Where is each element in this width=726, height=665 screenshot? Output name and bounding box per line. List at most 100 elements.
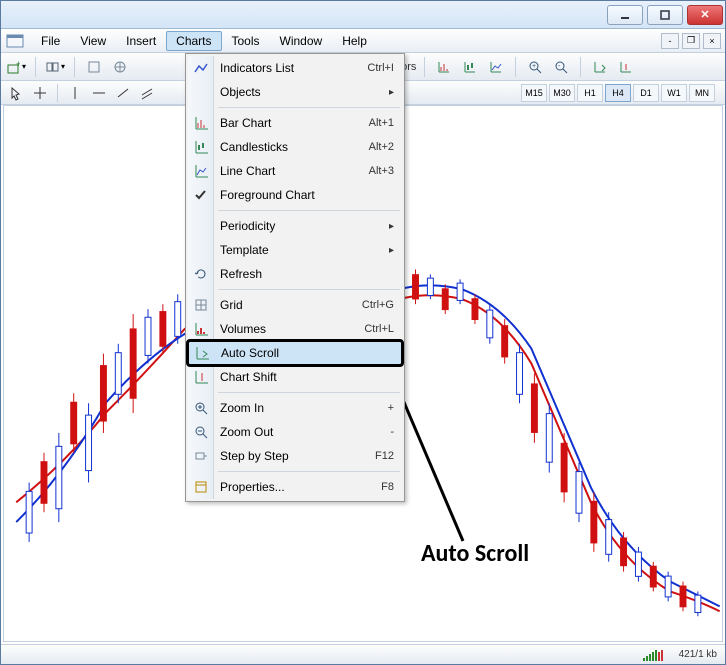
menu-item-label: Zoom In [220, 401, 264, 415]
mdi-restore-button[interactable]: ❐ [682, 33, 700, 49]
menu-view[interactable]: View [70, 31, 116, 51]
menu-item-shortcut: Alt+1 [369, 117, 394, 129]
menu-item-label: Chart Shift [220, 370, 277, 384]
menu-item-shortcut: Ctrl+L [364, 323, 394, 335]
menu-item-indicators-list[interactable]: Indicators ListCtrl+I [188, 56, 402, 80]
charts-menu: Indicators ListCtrl+IObjects▸Bar ChartAl… [185, 53, 405, 502]
menu-item-periodicity[interactable]: Periodicity▸ [188, 214, 402, 238]
new-chart-button[interactable]: +▾ [5, 56, 27, 78]
navigator-icon [112, 59, 128, 75]
menu-item-label: Auto Scroll [221, 346, 279, 360]
minimize-icon [617, 7, 633, 23]
crosshair-button[interactable] [29, 82, 51, 104]
market-watch-icon [86, 59, 102, 75]
menubar: FileViewInsertChartsToolsWindowHelp - ❐ … [1, 29, 725, 53]
zoom-in-icon [192, 399, 210, 417]
line-chart-button[interactable] [485, 56, 507, 78]
menu-item-foreground-chart[interactable]: Foreground Chart [188, 183, 402, 207]
new-chart-icon: + [6, 59, 20, 75]
menu-item-shortcut: F8 [381, 481, 394, 493]
menu-item-candlesticks[interactable]: Candlesticks Alt+2 [188, 135, 402, 159]
menu-item-bar-chart[interactable]: Bar ChartAlt+1 [188, 111, 402, 135]
menu-charts[interactable]: Charts [166, 31, 221, 51]
timeframe-w1[interactable]: W1 [661, 84, 687, 102]
timeframe-m30[interactable]: M30 [549, 84, 575, 102]
menu-item-zoom-out[interactable]: Zoom Out- [188, 420, 402, 444]
autoscroll-button[interactable] [589, 56, 611, 78]
menu-item-line-chart[interactable]: Line ChartAlt+3 [188, 159, 402, 183]
check-icon [192, 186, 210, 204]
candlesticks-icon [462, 59, 478, 75]
menu-item-grid[interactable]: GridCtrl+G [188, 293, 402, 317]
candlesticks-button[interactable] [459, 56, 481, 78]
bar-chart-button[interactable] [433, 56, 455, 78]
menu-item-label: Foreground Chart [220, 188, 315, 202]
mdi-close-button[interactable]: × [703, 33, 721, 49]
zoom-in-icon: + [527, 59, 543, 75]
line-chart-icon [192, 162, 210, 180]
zoom-out-icon [192, 423, 210, 441]
close-icon: ✕ [700, 8, 709, 21]
candlesticks-icon [192, 138, 210, 156]
menu-item-auto-scroll[interactable]: Auto Scroll [188, 341, 402, 365]
market-watch-button[interactable] [83, 56, 105, 78]
menu-item-objects[interactable]: Objects▸ [188, 80, 402, 104]
menu-item-template[interactable]: Template▸ [188, 238, 402, 262]
menu-item-zoom-in[interactable]: Zoom In + [188, 396, 402, 420]
dropdown-caret-icon: ▾ [61, 62, 65, 71]
menu-item-label: Candlesticks [220, 140, 288, 154]
menu-item-shortcut: Alt+2 [369, 141, 394, 153]
channel-button[interactable] [136, 82, 158, 104]
refresh-icon [192, 265, 210, 283]
timeframe-h1[interactable]: H1 [577, 84, 603, 102]
timeframe-d1[interactable]: D1 [633, 84, 659, 102]
menu-item-step-by-step[interactable]: Step by StepF12 [188, 444, 402, 468]
zoom-out-icon: - [553, 59, 569, 75]
menu-item-refresh[interactable]: Refresh [188, 262, 402, 286]
menu-item-volumes[interactable]: VolumesCtrl+L [188, 317, 402, 341]
menu-item-properties-[interactable]: Properties...F8 [188, 475, 402, 499]
vline-button[interactable] [64, 82, 86, 104]
menu-item-shortcut: - [390, 426, 394, 438]
menu-item-shortcut: + [388, 402, 394, 414]
channel-icon [139, 85, 155, 101]
menu-item-label: Step by Step [220, 449, 289, 463]
chartshift-icon [192, 368, 210, 386]
minimize-button[interactable] [607, 5, 643, 25]
line-chart-icon [488, 59, 504, 75]
maximize-button[interactable] [647, 5, 683, 25]
zoom-out-button[interactable]: - [550, 56, 572, 78]
zoom-in-button[interactable]: + [524, 56, 546, 78]
hline-icon [91, 85, 107, 101]
timeframe-m15[interactable]: M15 [521, 84, 547, 102]
menu-insert[interactable]: Insert [116, 31, 166, 51]
menu-tools[interactable]: Tools [222, 31, 270, 51]
grid-icon [192, 296, 210, 314]
timeframe-mn[interactable]: MN [689, 84, 715, 102]
maximize-icon [657, 7, 673, 23]
hline-button[interactable] [88, 82, 110, 104]
menu-help[interactable]: Help [332, 31, 377, 51]
cursor-icon [8, 85, 24, 101]
trendline-button[interactable] [112, 82, 134, 104]
connection-indicator [643, 649, 663, 661]
profiles-button[interactable]: ▾ [44, 56, 66, 78]
menu-item-shortcut: Ctrl+G [362, 299, 394, 311]
timeframe-h4[interactable]: H4 [605, 84, 631, 102]
indicators-icon [192, 59, 210, 77]
menu-item-shortcut: Alt+3 [369, 165, 394, 177]
mdi-minimize-button[interactable]: - [661, 33, 679, 49]
menu-item-label: Objects [220, 85, 261, 99]
autoscroll-icon [592, 59, 608, 75]
chartshift-icon [618, 59, 634, 75]
close-button[interactable]: ✕ [687, 5, 723, 25]
menu-window[interactable]: Window [270, 31, 333, 51]
app-icon [5, 31, 25, 51]
submenu-arrow-icon: ▸ [389, 221, 394, 232]
bar-chart-icon [192, 114, 210, 132]
chartshift-button[interactable] [615, 56, 637, 78]
menu-item-chart-shift[interactable]: Chart Shift [188, 365, 402, 389]
menu-file[interactable]: File [31, 31, 70, 51]
cursor-button[interactable] [5, 82, 27, 104]
navigator-button[interactable] [109, 56, 131, 78]
